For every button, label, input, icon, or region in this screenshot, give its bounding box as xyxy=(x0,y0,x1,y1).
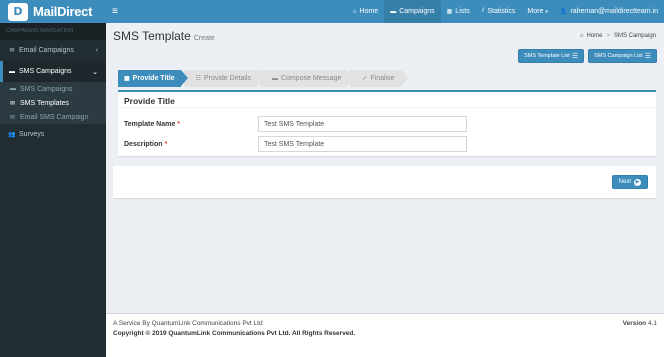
footer-copyright: Copyright © 2019 QuantumLink Communicati… xyxy=(113,330,356,337)
nav-lists[interactable]: ▦ Lists xyxy=(441,0,476,23)
page-subtitle: Create xyxy=(193,35,215,42)
description-label: Description * xyxy=(124,141,258,148)
nav-label: Lists xyxy=(455,8,470,15)
submenu-label: Email SMS Campaign xyxy=(20,113,89,121)
nav-campaigns[interactable]: ▬ Campaigns xyxy=(384,0,441,23)
header-buttons: SMS Template List ☰ SMS Campaign List ☰ xyxy=(518,49,657,63)
submenu-item-sms-campaigns[interactable]: ▬ SMS Campaigns xyxy=(0,82,106,96)
comment-icon: ▬ xyxy=(390,8,397,15)
list-icon: ☰ xyxy=(644,53,651,60)
check-icon: ✓ xyxy=(362,76,368,82)
button-label: Next xyxy=(618,179,631,185)
step-label: Finalise xyxy=(370,75,395,82)
sidebar-item-email-campaigns[interactable]: ✉ Email Campaigns ‹ xyxy=(0,40,106,61)
nav-header: CAMPAIGNS NAVIGATION xyxy=(0,23,106,40)
step-provide-details[interactable]: ☷ Provide Details xyxy=(183,70,265,87)
nav-home[interactable]: ⌂ Home xyxy=(347,0,384,23)
template-name-row: Template Name * Test SMS Template xyxy=(124,116,654,132)
step-compose-message[interactable]: ▬ Compose Message xyxy=(260,70,355,87)
description-input[interactable]: Test SMS Template xyxy=(258,136,467,152)
list-icon: ☷ xyxy=(195,76,201,82)
envelope-icon: ✉ xyxy=(10,100,16,107)
submenu-label: SMS Templates xyxy=(20,99,69,107)
sidebar-item-label: Email Campaigns xyxy=(19,47,74,54)
chart-icon: ⫽ xyxy=(481,8,485,14)
sidebar-item-surveys[interactable]: 👥 Surveys xyxy=(0,124,106,145)
submenu-label: SMS Campaigns xyxy=(20,85,73,93)
menu-toggle-icon[interactable]: ≡ xyxy=(112,6,126,17)
sidebar: D MailDirect CAMPAIGNS NAVIGATION ✉ Emai… xyxy=(0,0,106,357)
caret-down-icon: ▾ xyxy=(545,8,548,15)
nav-label: raheman@maildirectteam.in xyxy=(570,8,658,15)
chevron-left-icon: ‹ xyxy=(95,47,98,54)
nav-label: More xyxy=(527,8,544,15)
step-finalise[interactable]: ✓ Finalise xyxy=(350,70,408,87)
label-text: Template Name xyxy=(124,120,176,128)
submenu-item-sms-templates[interactable]: ✉ SMS Templates xyxy=(0,96,106,110)
footer-service: A Service By QuantumLink Communications … xyxy=(113,320,263,327)
nav-label: Campaigns xyxy=(399,8,435,15)
logo-text: MailDirect xyxy=(33,4,93,19)
step-label: Compose Message xyxy=(281,75,342,82)
nav-label: Statistics xyxy=(487,8,516,15)
breadcrumb: ⌂ Home > SMS Campaign xyxy=(580,33,656,39)
home-icon: ⌂ xyxy=(579,33,584,39)
home-icon: ⌂ xyxy=(352,8,357,15)
sidebar-item-label: SMS Campaigns xyxy=(19,68,72,75)
chevron-down-icon: ⌄ xyxy=(92,68,98,76)
nav-statistics[interactable]: ⫽ Statistics xyxy=(476,0,522,23)
envelope-icon: ✉ xyxy=(10,114,16,121)
top-nav: ⌂ Home ▬ Campaigns ▦ Lists ⫽ Statistics More… xyxy=(347,0,664,23)
nav-label: Home xyxy=(359,8,379,15)
step-label: Provide Title xyxy=(132,75,175,82)
grid-icon: ▦ xyxy=(124,76,130,82)
template-name-label: Template Name * xyxy=(124,121,258,128)
sms-campaign-list-button[interactable]: SMS Campaign List ☰ xyxy=(588,49,657,63)
version-value: 4.1 xyxy=(647,320,657,327)
form-title: Provide Title xyxy=(118,92,656,108)
form-actions: Next ▶ xyxy=(113,166,656,198)
breadcrumb-home[interactable]: Home xyxy=(586,33,602,39)
logo[interactable]: D MailDirect xyxy=(0,0,106,23)
nav-more[interactable]: More ▾ xyxy=(521,0,553,23)
button-label: SMS Campaign List xyxy=(594,53,643,59)
main-content: SMS Template Create ⌂ Home > SMS Campaign… xyxy=(106,23,664,313)
comment-icon: ▬ xyxy=(9,68,15,75)
top-navbar: ≡ ⌂ Home ▬ Campaigns ▦ Lists ⫽ Statistics Mo… xyxy=(106,0,664,23)
version-label: Version xyxy=(622,320,647,327)
sidebar-item-sms-campaigns[interactable]: ▬ SMS Campaigns ⌄ xyxy=(0,61,106,82)
breadcrumb-separator: > xyxy=(606,33,610,39)
sms-template-list-button[interactable]: SMS Template List ☰ xyxy=(518,49,585,63)
users-icon: 👥 xyxy=(8,132,16,138)
next-button[interactable]: Next ▶ xyxy=(611,175,648,189)
page-title-text: SMS Template xyxy=(113,29,191,43)
comment-icon: ▬ xyxy=(10,86,16,92)
button-label: SMS Template List xyxy=(524,53,570,59)
logo-icon: D xyxy=(8,2,28,21)
envelope-icon: ✉ xyxy=(9,48,15,54)
required-mark: * xyxy=(177,120,180,128)
template-name-input[interactable]: Test SMS Template xyxy=(258,116,467,132)
comment-icon: ▬ xyxy=(272,75,279,82)
list-icon: ☰ xyxy=(571,53,579,60)
nav-user[interactable]: 👤 raheman@maildirectteam.in xyxy=(554,0,664,23)
step-provide-title[interactable]: ▦ Provide Title xyxy=(118,70,188,87)
description-row: Description * Test SMS Template xyxy=(124,136,654,152)
user-icon: 👤 xyxy=(559,9,568,15)
provide-title-form: Provide Title Template Name * Test SMS T… xyxy=(118,90,656,156)
label-text: Description xyxy=(124,140,163,148)
step-label: Provide Details xyxy=(203,75,252,82)
table-icon: ▦ xyxy=(446,9,453,15)
footer-version: Version 4.1 xyxy=(623,320,657,327)
wizard-steps: ▦ Provide Title ☷ Provide Details ▬ Compose… xyxy=(118,70,408,87)
sms-submenu: ▬ SMS Campaigns ✉ SMS Templates ✉ Email … xyxy=(0,82,106,124)
breadcrumb-current[interactable]: SMS Campaign xyxy=(614,33,656,39)
footer: A Service By QuantumLink Communications … xyxy=(106,313,664,357)
arrow-circle-right-icon: ▶ xyxy=(634,178,641,186)
sidebar-item-label: Surveys xyxy=(19,131,45,138)
page-title: SMS Template Create xyxy=(113,29,215,43)
submenu-item-email-sms-campaign[interactable]: ✉ Email SMS Campaign xyxy=(0,110,106,124)
required-mark: * xyxy=(164,140,168,148)
